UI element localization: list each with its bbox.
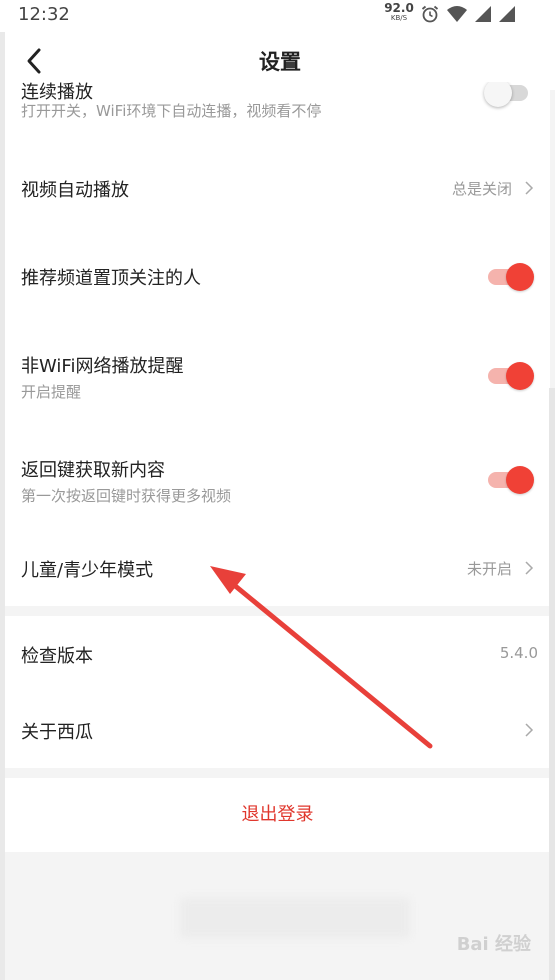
setting-title: 检查版本 xyxy=(21,646,93,667)
setting-title: 关于西瓜 xyxy=(21,722,93,743)
non-wifi-reminder-toggle[interactable] xyxy=(486,362,534,390)
recommend-channel-toggle[interactable] xyxy=(486,263,534,291)
setting-row-back-key-refresh[interactable]: 返回键获取新内容 第一次按返回键时获得更多视频 xyxy=(5,442,550,514)
back-key-refresh-toggle[interactable] xyxy=(486,466,534,494)
status-bar: 12:32 92.0 KB/S xyxy=(0,0,555,32)
setting-row-autoplay-continuous[interactable]: 连续播放 打开开关，WiFi环境下自动连播，视频看不停 xyxy=(5,82,550,138)
setting-row-check-version[interactable]: 检查版本 5.4.0 xyxy=(5,622,550,686)
setting-row-recommend-channel[interactable]: 推荐频道置顶关注的人 xyxy=(5,244,550,308)
autoplay-continuous-toggle[interactable] xyxy=(484,82,532,107)
chevron-right-icon xyxy=(525,181,534,195)
signal-icon xyxy=(499,6,515,22)
settings-list: 连续播放 打开开关，WiFi环境下自动连播，视频看不停 视频自动播放 总是关闭 … xyxy=(5,82,550,606)
setting-subtitle: 开启提醒 xyxy=(21,383,82,401)
setting-row-non-wifi-reminder[interactable]: 非WiFi网络播放提醒 开启提醒 xyxy=(5,338,550,410)
scroll-indicator xyxy=(549,388,555,980)
setting-value: 总是关闭 xyxy=(451,180,512,198)
setting-row-kids-mode[interactable]: 儿童/青少年模式 未开启 xyxy=(5,538,550,598)
network-speed-unit: KB/S xyxy=(390,14,408,22)
setting-title: 视频自动播放 xyxy=(21,180,129,201)
setting-title: 推荐频道置顶关注的人 xyxy=(21,268,201,289)
network-speed-value: 92.0 xyxy=(384,1,414,15)
signal-icon xyxy=(475,6,491,22)
version-value: 5.4.0 xyxy=(499,644,538,662)
setting-row-about-xigua[interactable]: 关于西瓜 xyxy=(5,698,550,762)
blurred-area xyxy=(180,898,410,938)
network-speed: 92.0 KB/S xyxy=(384,2,414,22)
about-list: 检查版本 5.4.0 关于西瓜 xyxy=(5,616,550,768)
setting-row-video-autoplay[interactable]: 视频自动播放 总是关闭 xyxy=(5,156,550,220)
page-title: 设置 xyxy=(259,50,301,74)
status-time: 12:32 xyxy=(18,4,70,25)
setting-subtitle: 第一次按返回键时获得更多视频 xyxy=(21,487,232,505)
logout-button[interactable]: 退出登录 xyxy=(5,778,550,852)
chevron-right-icon xyxy=(525,723,534,737)
setting-value: 未开启 xyxy=(466,560,512,578)
setting-title: 儿童/青少年模式 xyxy=(21,560,154,581)
wifi-icon xyxy=(447,6,467,22)
status-icons xyxy=(420,4,516,24)
chevron-right-icon xyxy=(525,561,534,575)
setting-subtitle: 打开开关，WiFi环境下自动连播，视频看不停 xyxy=(21,102,322,120)
alarm-icon xyxy=(421,5,439,23)
setting-title: 返回键获取新内容 xyxy=(21,460,165,481)
setting-title: 非WiFi网络播放提醒 xyxy=(21,356,184,377)
watermark: Bai 经验 xyxy=(456,934,531,955)
